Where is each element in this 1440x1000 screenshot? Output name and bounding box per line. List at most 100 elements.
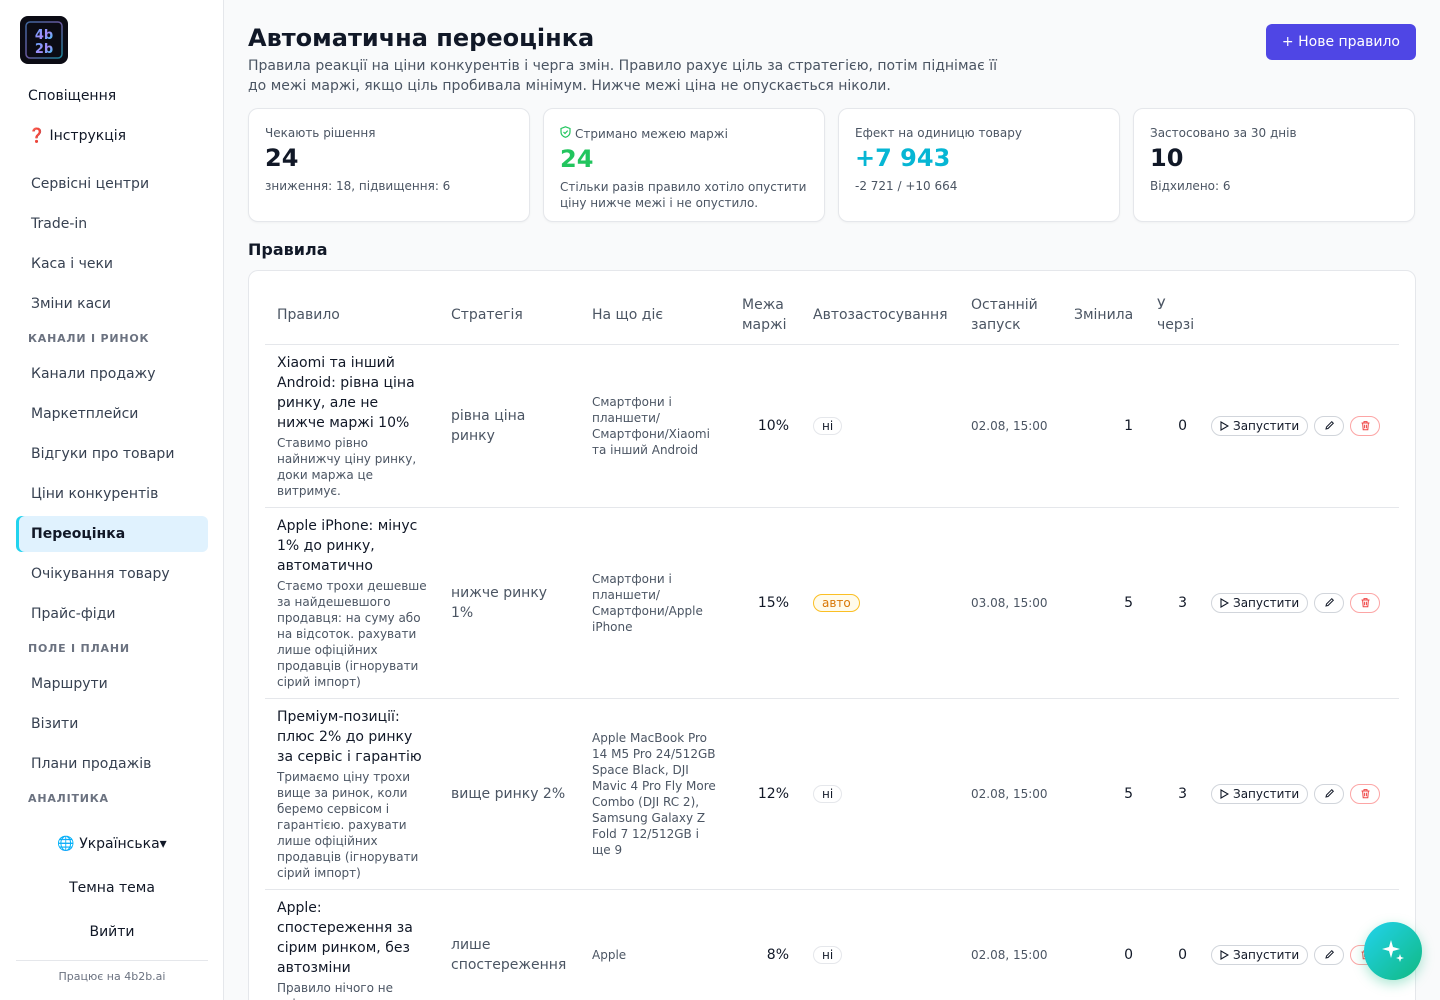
page-title: Автоматична переоцінка (248, 24, 595, 52)
table-row[interactable]: Преміум-позиції: плюс 2% до ринку за сер… (265, 698, 1399, 890)
col-header-strategy: Стратегія (439, 271, 580, 345)
sidebar-item-visits[interactable]: Візити (16, 706, 208, 742)
edit-button[interactable] (1314, 415, 1345, 436)
run-label: Запустити (1233, 418, 1300, 433)
delete-button[interactable] (1350, 592, 1381, 613)
stat-label: Застосовано за 30 днів (1150, 126, 1297, 140)
sidebar-section-channels: КАНАЛИ І РИНОК (28, 332, 150, 345)
edit-button[interactable] (1314, 944, 1345, 965)
stat-card-effect: Ефект на одиницю товару +7 943 -2 721 / … (838, 108, 1120, 222)
rules-table: Правило Стратегія На що діє Межа маржі А… (265, 271, 1399, 1000)
cell-margin: 10% (730, 344, 801, 508)
sidebar-item-competitor-prices[interactable]: Ціни конкурентів (16, 476, 208, 512)
sidebar-item-sales-channels[interactable]: Канали продажу (16, 356, 208, 392)
table-row[interactable]: Apple: спостереження за сірим ринком, бе… (265, 889, 1399, 1000)
cell-rule: Apple: спостереження за сірим ринком, бе… (265, 889, 439, 1000)
pencil-icon (1324, 597, 1334, 607)
powered-by[interactable]: Працює на 4b2b.ai (16, 960, 208, 983)
rule-name[interactable]: Xiaomi та інший Android: рівна ціна ринк… (277, 353, 427, 433)
sidebar-item-marketplaces[interactable]: Маркетплейси (16, 396, 208, 432)
cell-margin: 15% (730, 507, 801, 699)
sidebar-item-reviews[interactable]: Відгуки про товари (16, 436, 208, 472)
theme-toggle[interactable]: Темна тема (16, 880, 208, 896)
col-header-queued: У черзі (1145, 271, 1199, 345)
sidebar-item-notifications[interactable]: Сповіщення (16, 78, 208, 114)
play-icon (1220, 949, 1229, 960)
cell-strategy: вище ринку 2% (439, 698, 580, 890)
sidebar-item-sales-plans[interactable]: Плани продажів (16, 746, 208, 782)
edit-button[interactable] (1314, 592, 1345, 613)
col-header-actions (1199, 271, 1399, 345)
svg-text:4b: 4b (35, 28, 53, 43)
stat-value: 24 (560, 145, 594, 173)
cell-rule: Apple iPhone: мінус 1% до ринку, автомат… (265, 507, 439, 699)
sidebar-item-trade-in[interactable]: Trade-in (16, 206, 208, 242)
cell-auto: ні (801, 698, 959, 890)
delete-button[interactable] (1350, 783, 1381, 804)
sidebar-item-routes[interactable]: Маршрути (16, 666, 208, 702)
trash-icon (1361, 789, 1370, 799)
cell-margin: 12% (730, 698, 801, 890)
run-button[interactable]: Запустити (1211, 944, 1309, 965)
svg-text:2b: 2b (35, 42, 53, 57)
sidebar-item-instructions[interactable]: ❓ Інструкція (16, 118, 208, 154)
sidebar-section-field: ПОЛЕ І ПЛАНИ (28, 642, 130, 655)
page-description: Правила реакції на ціни конкурентів і че… (248, 58, 997, 94)
cell-last-run: 02.08, 15:00 (959, 344, 1062, 508)
rule-description: Правило нічого не змінює, лише тримає (277, 980, 411, 1000)
cell-actions: Запустити (1199, 507, 1399, 699)
sidebar: 4b 2b Сповіщення ❓ Інструкція Сервісні це… (0, 0, 224, 1000)
table-row[interactable]: Apple iPhone: мінус 1% до ринку, автомат… (265, 507, 1399, 699)
ai-assistant-button[interactable] (1364, 922, 1422, 980)
sidebar-item-price-feeds[interactable]: Прайс-фіди (16, 596, 208, 632)
run-button[interactable]: Запустити (1211, 415, 1309, 436)
cell-changed: 1 (1062, 344, 1145, 508)
table-header-row: Правило Стратегія На що діє Межа маржі А… (265, 271, 1399, 345)
trash-icon (1361, 598, 1370, 608)
trash-icon (1361, 421, 1370, 431)
cell-scope: Apple MacBook Pro 14 M5 Pro 24/512GB Spa… (580, 698, 730, 890)
logout-button[interactable]: Вийти (16, 924, 208, 940)
logo-icon[interactable]: 4b 2b (20, 16, 68, 64)
question-icon: ❓ (28, 128, 46, 144)
cell-last-run: 02.08, 15:00 (959, 889, 1062, 1000)
stat-value: +7 943 (855, 144, 951, 172)
stat-sub: Стільки разів правило хотіло опустити ці… (560, 180, 807, 210)
edit-button[interactable] (1314, 783, 1345, 804)
sidebar-item-cash[interactable]: Каса і чеки (16, 246, 208, 282)
cell-last-run: 02.08, 15:00 (959, 698, 1062, 890)
table-row[interactable]: Xiaomi та інший Android: рівна ціна ринк… (265, 344, 1399, 508)
stat-card-margin-held: Стримано межею маржі 24 Стільки разів пр… (543, 108, 825, 222)
cell-scope: Смартфони і планшети/ Смартфони/Xiaomi т… (580, 344, 730, 508)
sidebar-item-cash-shifts[interactable]: Зміни каси (16, 286, 208, 322)
cell-last-run: 03.08, 15:00 (959, 507, 1062, 699)
cell-margin: 8% (730, 889, 801, 1000)
sidebar-item-repricing[interactable]: Переоцінка (16, 516, 208, 552)
rule-name[interactable]: Apple iPhone: мінус 1% до ринку, автомат… (277, 516, 427, 576)
stat-label: Стримано межею маржі (575, 126, 728, 141)
cell-auto: ні (801, 344, 959, 508)
auto-badge: ні (813, 784, 843, 803)
delete-button[interactable] (1350, 415, 1381, 436)
cell-queued: 3 (1145, 507, 1199, 699)
col-header-rule: Правило (265, 271, 439, 345)
col-header-scope: На що діє (580, 271, 730, 345)
pencil-icon (1324, 788, 1334, 798)
sidebar-item-service-centers[interactable]: Сервісні центри (16, 166, 208, 202)
sidebar-item-stock-waiting[interactable]: Очікування товару (16, 556, 208, 592)
play-icon (1220, 788, 1229, 799)
new-rule-button[interactable]: + Нове правило (1265, 24, 1416, 60)
rule-description: Стаємо трохи дешевше за найдешевшого про… (277, 578, 427, 689)
run-label: Запустити (1233, 947, 1300, 962)
run-button[interactable]: Запустити (1211, 592, 1309, 613)
rule-name[interactable]: Apple: спостереження за сірим ринком, бе… (277, 898, 427, 978)
run-label: Запустити (1233, 595, 1300, 610)
sidebar-section-analytics: АНАЛІТИКА (28, 792, 109, 805)
rule-name[interactable]: Преміум-позиції: плюс 2% до ринку за сер… (277, 707, 427, 767)
language-select[interactable]: 🌐 Українська▾ (16, 836, 208, 852)
run-button[interactable]: Запустити (1211, 783, 1309, 804)
stat-label: Ефект на одиницю товару (855, 126, 1022, 140)
caret-down-icon: ▾ (159, 836, 167, 852)
auto-badge: авто (813, 593, 860, 612)
stat-label: Чекають рішення (265, 126, 376, 140)
